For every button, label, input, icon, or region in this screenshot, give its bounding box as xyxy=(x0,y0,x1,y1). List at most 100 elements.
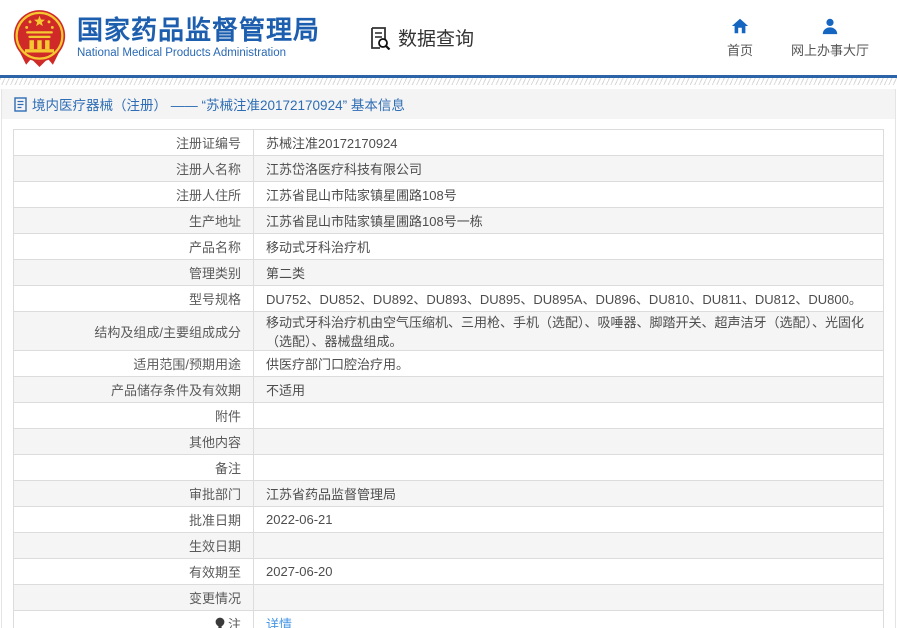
table-row: 管理类别 第二类 xyxy=(13,259,884,286)
row-label: 注册证编号 xyxy=(13,129,254,156)
site-subtitle: National Medical Products Administration xyxy=(77,47,287,60)
bulb-icon xyxy=(215,617,225,628)
row-value xyxy=(253,454,884,481)
user-icon xyxy=(822,18,838,34)
registration-detail-table-wrap: 注册证编号 苏械注准20172170924 注册人名称 江苏岱洛医疗科技有限公司 注册人… xyxy=(13,129,884,628)
table-row: 其他内容 xyxy=(13,428,884,455)
table-row: 备注 xyxy=(13,454,884,481)
hatch-strip xyxy=(0,78,897,85)
row-label: 适用范围/预期用途 xyxy=(13,350,254,377)
row-label: 结构及组成/主要组成成分 xyxy=(13,311,254,351)
nav-home-label: 首页 xyxy=(726,42,753,58)
data-query-label: 数据查询 xyxy=(398,29,475,50)
row-value: 2022-06-21 xyxy=(253,506,884,533)
table-row: 生产地址 江苏省昆山市陆家镇星圃路108号一栋 xyxy=(13,207,884,234)
row-label-text: 生效日期 xyxy=(188,539,241,554)
row-label: 其他内容 xyxy=(13,428,254,455)
table-row: 型号规格 DU752、DU852、DU892、DU893、DU895、DU895A… xyxy=(13,285,884,312)
row-label: 变更情况 xyxy=(13,584,254,611)
row-value xyxy=(253,428,884,455)
row-label: 型号规格 xyxy=(13,285,254,312)
row-label-text: 注 xyxy=(227,617,241,628)
table-row: 产品储存条件及有效期 不适用 xyxy=(13,376,884,403)
table-row: 适用范围/预期用途 供医疗部门口腔治疗用。 xyxy=(13,350,884,377)
row-label-text: 结构及组成/主要组成成分 xyxy=(94,324,241,340)
document-icon xyxy=(14,96,27,112)
table-row: 变更情况 xyxy=(13,584,884,611)
row-label-text: 附件 xyxy=(214,409,241,424)
row-label: 注 xyxy=(13,610,254,628)
main-content: 境内医疗器械（注册） —— “苏械注准20172170924” 基本信息 注册证… xyxy=(1,89,896,628)
row-value: 江苏岱洛医疗科技有限公司 xyxy=(253,155,884,182)
row-value: 不适用 xyxy=(253,376,884,403)
row-label-text: 注册证编号 xyxy=(175,136,241,151)
nav-home[interactable]: 首页 xyxy=(727,17,753,59)
nav-online-hall-label: 网上办事大厅 xyxy=(790,42,869,58)
row-label: 审批部门 xyxy=(13,480,254,507)
table-row: 注 详情 xyxy=(13,610,884,628)
record-table-body: 注册证编号 苏械注准20172170924 注册人名称 江苏岱洛医疗科技有限公司 注册人… xyxy=(13,129,884,628)
row-label: 注册人名称 xyxy=(13,155,254,182)
row-label-text: 其他内容 xyxy=(188,435,241,450)
header-nav: 首页 网上办事大厅 xyxy=(727,17,869,59)
row-label-text: 批准日期 xyxy=(188,513,241,528)
page-header: 国家药品监督管理局 National Medical Products Admi… xyxy=(0,0,897,75)
row-value: 供医疗部门口腔治疗用。 xyxy=(253,350,884,377)
row-label: 注册人住所 xyxy=(13,181,254,208)
row-label-text: 注册人名称 xyxy=(175,162,241,177)
row-value: 2027-06-20 xyxy=(253,558,884,585)
row-label: 批准日期 xyxy=(13,506,254,533)
row-label-text: 产品储存条件及有效期 xyxy=(110,383,241,398)
row-label-text: 审批部门 xyxy=(188,487,241,502)
row-label-text: 有效期至 xyxy=(188,565,241,580)
row-value xyxy=(253,532,884,559)
row-label: 产品名称 xyxy=(13,233,254,260)
national-emblem-icon xyxy=(13,9,66,67)
breadcrumb-text: 境内医疗器械（注册） —— “苏械注准20172170924” 基本信息 xyxy=(32,98,405,113)
breadcrumb: 境内医疗器械（注册） —— “苏械注准20172170924” 基本信息 xyxy=(2,89,895,119)
row-label-text: 型号规格 xyxy=(188,292,241,307)
row-value: 详情 xyxy=(253,610,884,628)
row-value: 江苏省药品监督管理局 xyxy=(253,480,884,507)
nmpa-logo: 国家药品监督管理局 National Medical Products Admi… xyxy=(12,9,320,67)
row-value: 江苏省昆山市陆家镇星圃路108号 xyxy=(253,181,884,208)
row-label-text: 产品名称 xyxy=(188,240,241,255)
row-label: 备注 xyxy=(13,454,254,481)
home-icon xyxy=(731,18,749,33)
registration-detail-table: 注册证编号 苏械注准20172170924 注册人名称 江苏岱洛医疗科技有限公司 注册人… xyxy=(13,129,884,628)
row-label-text: 管理类别 xyxy=(188,266,241,281)
details-link[interactable]: 详情 xyxy=(266,617,292,628)
site-title: 国家药品监督管理局 xyxy=(77,14,321,45)
table-row: 注册人名称 江苏岱洛医疗科技有限公司 xyxy=(13,155,884,182)
row-value: 移动式牙科治疗机由空气压缩机、三用枪、手机（选配）、吸唾器、脚踏开关、超声洁牙（… xyxy=(253,311,884,351)
row-label: 附件 xyxy=(13,402,254,429)
table-row: 产品名称 移动式牙科治疗机 xyxy=(13,233,884,260)
row-label: 生产地址 xyxy=(13,207,254,234)
row-value: 江苏省昆山市陆家镇星圃路108号一栋 xyxy=(253,207,884,234)
table-row: 附件 xyxy=(13,402,884,429)
table-row: 审批部门 江苏省药品监督管理局 xyxy=(13,480,884,507)
row-label-text: 变更情况 xyxy=(188,591,241,606)
row-label: 生效日期 xyxy=(13,532,254,559)
table-row: 生效日期 xyxy=(13,532,884,559)
table-row: 有效期至 2027-06-20 xyxy=(13,558,884,585)
nav-online-hall[interactable]: 网上办事大厅 xyxy=(791,17,869,59)
row-value: DU752、DU852、DU892、DU893、DU895、DU895A、DU8… xyxy=(253,285,884,312)
row-label-text: 注册人住所 xyxy=(175,188,241,203)
row-label: 产品储存条件及有效期 xyxy=(13,376,254,403)
table-row: 注册证编号 苏械注准20172170924 xyxy=(13,129,884,156)
row-value xyxy=(253,584,884,611)
row-label-text: 生产地址 xyxy=(188,214,241,229)
row-value: 移动式牙科治疗机 xyxy=(253,233,884,260)
data-query-section[interactable]: 数据查询 xyxy=(368,24,474,51)
row-label-text: 适用范围/预期用途 xyxy=(133,357,241,372)
row-value xyxy=(253,402,884,429)
table-row: 注册人住所 江苏省昆山市陆家镇星圃路108号 xyxy=(13,181,884,208)
row-label: 有效期至 xyxy=(13,558,254,585)
table-row: 结构及组成/主要组成成分 移动式牙科治疗机由空气压缩机、三用枪、手机（选配）、吸唾… xyxy=(13,311,884,351)
row-value: 第二类 xyxy=(253,259,884,286)
data-query-icon xyxy=(371,26,391,50)
row-label: 管理类别 xyxy=(13,259,254,286)
row-label-text: 备注 xyxy=(214,461,241,476)
table-row: 批准日期 2022-06-21 xyxy=(13,506,884,533)
